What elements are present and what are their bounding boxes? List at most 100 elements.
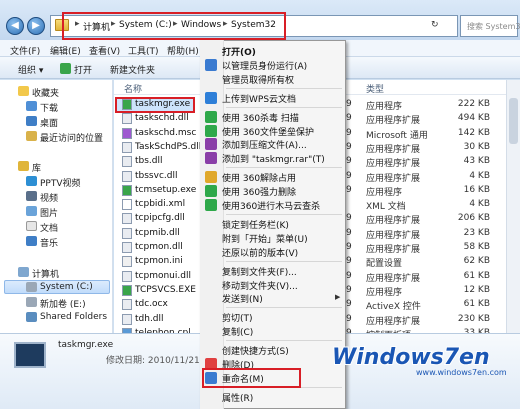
- nav-shared-folders[interactable]: Shared Folders: [40, 312, 107, 322]
- back-icon[interactable]: ◀: [6, 17, 24, 35]
- file-name[interactable]: tdh.dll: [135, 314, 164, 324]
- organize-button[interactable]: 组织 ▾: [18, 63, 43, 76]
- file-name[interactable]: taskschd.dll: [135, 113, 189, 123]
- nav-library[interactable]: 库: [32, 161, 41, 174]
- file-type: 配置设置: [366, 259, 403, 270]
- menu-help[interactable]: 帮助(H): [167, 44, 199, 57]
- file-date-fragment: 9: [346, 270, 352, 281]
- context-menu-item[interactable]: 附到「开始」菜单(U): [222, 232, 308, 245]
- menu-file[interactable]: 文件(F): [10, 44, 40, 57]
- file-name[interactable]: tcpmon.ini: [135, 256, 183, 266]
- new-folder-button[interactable]: 新建文件夹: [110, 63, 155, 76]
- file-type: Microsoft 通用: [366, 130, 428, 141]
- context-menu-item[interactable]: 添加到 "taskmgr.rar"(T): [222, 152, 325, 165]
- video-icon: [26, 191, 37, 201]
- nav-recent-places[interactable]: 最近访问的位置: [40, 131, 103, 144]
- nav-pptv[interactable]: PPTV视频: [40, 176, 81, 189]
- file-date-fragment: 9: [346, 99, 352, 109]
- context-menu-item[interactable]: 移动到文件夹(V)...: [222, 279, 298, 292]
- context-menu-item[interactable]: 剪切(T): [222, 311, 253, 324]
- nav-desktop[interactable]: 桌面: [40, 116, 58, 129]
- file-name[interactable]: TaskSchdPS.dll: [135, 142, 201, 152]
- context-menu-item[interactable]: 复制到文件夹(F)...: [222, 265, 297, 278]
- menu-tools[interactable]: 工具(T): [128, 44, 159, 57]
- file-name[interactable]: taskschd.msc: [135, 128, 196, 138]
- file-type: 应用程序扩展: [366, 159, 421, 170]
- file-size: 142 KB: [457, 127, 490, 138]
- file-icon: [122, 256, 132, 268]
- file-name[interactable]: tcpmonui.dll: [135, 271, 191, 281]
- open-button[interactable]: 打开: [74, 63, 92, 76]
- file-icon: [122, 213, 132, 225]
- file-date-fragment: 9: [346, 156, 352, 167]
- desktop-icon: [26, 116, 37, 126]
- nav-videos[interactable]: 视频: [40, 191, 58, 204]
- context-menu-item[interactable]: 使用 360强力删除: [222, 185, 296, 198]
- file-size: 206 KB: [457, 213, 490, 224]
- context-menu-item[interactable]: 复制(C): [222, 325, 253, 338]
- file-type: 应用程序扩展: [366, 216, 421, 227]
- menu-item-icon: [205, 91, 217, 104]
- vertical-scrollbar[interactable]: [506, 80, 520, 333]
- menu-item-icon: [205, 171, 217, 184]
- music-icon: [26, 236, 37, 246]
- menu-separator: [226, 307, 342, 309]
- watermark-url: www.windows7en.com: [416, 368, 507, 377]
- nav-music[interactable]: 音乐: [40, 236, 58, 249]
- file-name[interactable]: tbssvc.dll: [135, 171, 177, 181]
- file-thumbnail-icon: [14, 342, 46, 368]
- nav-system-c[interactable]: System (C:): [40, 282, 93, 292]
- file-type: XML 文档: [366, 202, 406, 213]
- file-date-fragment: 9: [346, 299, 352, 310]
- nav-computer[interactable]: 计算机: [32, 267, 59, 280]
- file-icon: [122, 313, 132, 325]
- menu-edit[interactable]: 编辑(E): [50, 44, 81, 57]
- nav-favorites[interactable]: 收藏夹: [32, 86, 59, 99]
- context-menu-item[interactable]: 添加到压缩文件(A)...: [222, 138, 307, 151]
- context-menu-item[interactable]: 发送到(N): [222, 292, 263, 305]
- windows7en-watermark: Windows7en www.windows7en.com: [331, 344, 507, 377]
- context-menu-item[interactable]: 创建快捷方式(S): [222, 344, 289, 357]
- pictures-icon: [26, 206, 37, 216]
- context-menu-item[interactable]: 使用 360杀毒 扫描: [222, 111, 299, 124]
- forward-icon[interactable]: ▶: [27, 17, 45, 35]
- file-name[interactable]: tcmsetup.exe: [135, 185, 196, 195]
- file-date-fragment: 9: [346, 313, 352, 324]
- context-menu-item[interactable]: 管理员取得所有权: [222, 73, 294, 86]
- search-input[interactable]: 搜索 System32: [460, 15, 520, 37]
- file-size: 58 KB: [463, 242, 490, 252]
- file-size: 12 KB: [463, 284, 490, 295]
- context-menu-item[interactable]: 上传到WPS云文档: [222, 92, 296, 105]
- file-name[interactable]: taskmgr.exe: [135, 99, 190, 109]
- address-highlight-box: [62, 12, 286, 40]
- file-icon: [122, 170, 132, 182]
- file-icon: [122, 99, 132, 110]
- file-name[interactable]: tcpipcfg.dll: [135, 213, 185, 223]
- menu-view[interactable]: 查看(V): [89, 44, 120, 57]
- context-menu-item[interactable]: 使用 360解除占用: [222, 171, 296, 184]
- menu-item-icon: [205, 58, 217, 71]
- context-menu-item[interactable]: 打开(O): [222, 45, 256, 58]
- nav-new-volume-e[interactable]: 新加卷 (E:): [40, 297, 86, 310]
- scroll-thumb[interactable]: [509, 98, 518, 144]
- file-icon: [122, 227, 132, 239]
- nav-downloads[interactable]: 下载: [40, 101, 58, 114]
- nav-documents[interactable]: 文档: [40, 221, 58, 234]
- context-menu-item[interactable]: 锁定到任务栏(K): [222, 218, 289, 231]
- file-name[interactable]: tbs.dll: [135, 156, 163, 166]
- file-type: 应用程序扩展: [366, 116, 421, 127]
- context-menu-item[interactable]: 以管理员身份运行(A): [222, 59, 307, 72]
- file-type: 应用程序扩展: [366, 316, 421, 327]
- file-name[interactable]: tdc.ocx: [135, 299, 168, 309]
- context-menu-item[interactable]: 属性(R): [222, 391, 253, 404]
- context-menu-item[interactable]: 使用 360文件堡垒保护: [222, 125, 314, 138]
- refresh-icon[interactable]: ↻: [431, 20, 439, 30]
- file-name[interactable]: TCPSVCS.EXE: [135, 285, 196, 295]
- context-menu-item[interactable]: 使用360进行木马云查杀: [222, 199, 320, 212]
- file-icon: [122, 270, 132, 282]
- file-name[interactable]: tcpmib.dll: [135, 228, 180, 238]
- file-name[interactable]: tcpbidi.xml: [135, 199, 185, 209]
- file-name[interactable]: tcpmon.dll: [135, 242, 183, 252]
- context-menu-item[interactable]: 还原以前的版本(V): [222, 246, 298, 259]
- nav-pictures[interactable]: 图片: [40, 206, 58, 219]
